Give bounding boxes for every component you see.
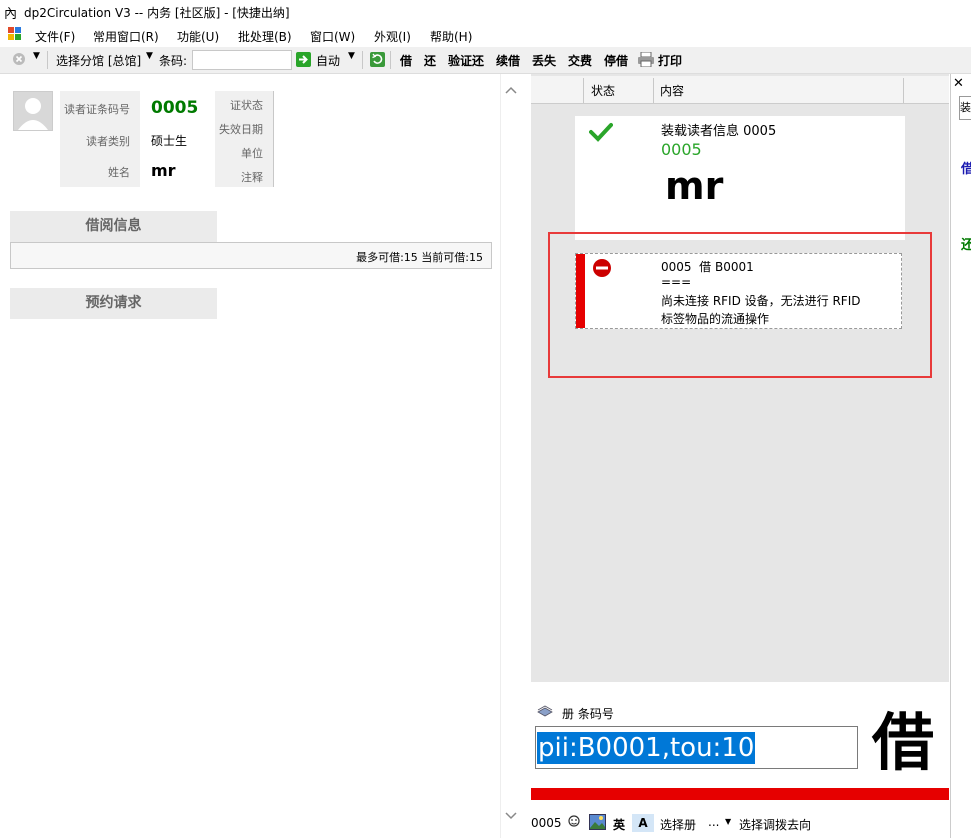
reader-barcode-value: 0005	[151, 98, 199, 118]
select-direction-button[interactable]: 选择调拨去向	[739, 816, 811, 833]
vertical-scrollbar[interactable]	[500, 74, 531, 838]
list-item-reader[interactable]: 装载读者信息 0005 0005 mr	[575, 116, 905, 240]
highlight-box	[548, 232, 932, 378]
borrow-summary-bar: 最多可借:15 当前可借:15	[10, 242, 492, 269]
reader-name-value: mr	[151, 161, 176, 180]
list-header: 状态 内容	[531, 76, 949, 104]
menu-help[interactable]: 帮助(H)	[430, 28, 472, 45]
refresh-icon[interactable]	[370, 52, 385, 70]
return-button[interactable]: 还	[424, 52, 436, 69]
renew-button[interactable]: 续借	[496, 52, 520, 69]
branch-dropdown-icon[interactable]: ▼	[146, 51, 153, 61]
scroll-up-icon[interactable]	[504, 84, 518, 98]
stop-icon[interactable]	[12, 52, 26, 69]
status-bar: 0005 英 A 选择册 ... ▼ 选择调拨去向	[531, 814, 949, 834]
borrow-info-heading[interactable]: 借阅信息	[10, 211, 217, 242]
reader-load-title: 装载读者信息 0005	[661, 124, 777, 139]
reader-load-barcode: 0005	[661, 140, 702, 159]
borrow-summary-text: 最多可借:15 当前可借:15	[356, 251, 483, 264]
barcode-label: 条码:	[159, 54, 188, 68]
auto-arrow-icon[interactable]	[296, 52, 311, 70]
lost-button[interactable]: 丢失	[532, 52, 556, 69]
title-bar: 內 dp2Circulation V3 -- 内务 [社区版] - [快捷出纳]	[0, 0, 971, 24]
ime-language[interactable]: 英	[613, 816, 625, 833]
menu-window[interactable]: 窗口(W)	[310, 28, 355, 45]
reservation-heading[interactable]: 预约请求	[10, 288, 217, 319]
reader-name-label: 姓名	[108, 166, 130, 179]
menu-functions[interactable]: 功能(U)	[177, 28, 219, 45]
stop-dropdown-icon[interactable]: ▼	[33, 51, 40, 61]
reader-type-value: 硕士生	[151, 134, 188, 148]
borrow-button[interactable]: 借	[400, 52, 412, 69]
menu-common-windows[interactable]: 常用窗口(R)	[93, 28, 159, 45]
scroll-down-icon[interactable]	[504, 810, 518, 824]
side-panel-tab[interactable]: 装	[959, 96, 971, 120]
column-content[interactable]: 内容	[660, 82, 684, 99]
reader-barcode-label: 读者证条码号	[64, 103, 130, 116]
reader-panel	[0, 74, 500, 838]
pay-fee-button[interactable]: 交费	[568, 52, 592, 69]
reader-avatar	[13, 91, 53, 131]
branch-selector[interactable]: 选择分馆 [总馆]	[56, 52, 141, 69]
side-panel: ✕ 装 借 还	[950, 74, 971, 838]
menu-appearance[interactable]: 外观(I)	[374, 28, 411, 45]
select-item-button[interactable]: 选择册	[660, 816, 696, 833]
ime-mode-button[interactable]: A	[632, 814, 654, 832]
success-check-icon	[589, 122, 613, 145]
face-icon[interactable]	[566, 814, 582, 833]
side-panel-return: 还	[961, 238, 971, 253]
unit-label: 单位	[241, 147, 263, 160]
auto-dropdown-icon[interactable]: ▼	[348, 51, 355, 61]
item-barcode-label: 册 条码号	[562, 707, 614, 721]
menu-file[interactable]: 文件(F)	[35, 28, 75, 45]
menu-bar: 文件(F) 常用窗口(R) 功能(U) 批处理(B) 窗口(W) 外观(I) 帮…	[0, 24, 971, 46]
suspend-button[interactable]: 停借	[604, 52, 628, 69]
card-status-label: 证状态	[230, 99, 263, 112]
print-button[interactable]: 打印	[658, 52, 682, 69]
window-title: dp2Circulation V3 -- 内务 [社区版] - [快捷出纳]	[24, 6, 290, 20]
menu-batch[interactable]: 批处理(B)	[238, 28, 292, 45]
item-barcode-input[interactable]: pii:B0001,tou:10	[535, 726, 858, 769]
status-color-bar	[531, 788, 949, 800]
print-icon[interactable]	[638, 51, 654, 70]
side-panel-borrow: 借	[961, 162, 971, 177]
item-barcode-value: pii:B0001,tou:10	[537, 732, 756, 764]
more-button[interactable]: ...	[708, 815, 719, 829]
side-panel-close-icon[interactable]: ✕	[953, 76, 964, 91]
toolbar-barcode-input[interactable]	[192, 50, 292, 70]
reader-load-name: mr	[665, 164, 724, 208]
window-menu-icon[interactable]	[8, 27, 21, 40]
auto-mode-button[interactable]: 自动	[316, 52, 340, 69]
note-label: 注释	[241, 171, 263, 184]
mode-indicator[interactable]: 借	[872, 692, 934, 782]
verify-return-button[interactable]: 验证还	[448, 52, 484, 69]
more-dropdown-icon[interactable]: ▼	[725, 817, 731, 826]
toolbar: ▼ 选择分馆 [总馆] ▼ 条码: 自动 ▼ 借 还 验证还 续借 丢失 交费 …	[0, 47, 971, 74]
app-icon: 內	[4, 7, 18, 22]
status-reader: 0005	[531, 816, 562, 830]
book-icon	[537, 704, 553, 721]
column-status[interactable]: 状态	[591, 82, 615, 99]
reader-type-label: 读者类别	[86, 135, 130, 148]
image-icon[interactable]	[589, 814, 606, 833]
expire-date-label: 失效日期	[219, 123, 263, 136]
